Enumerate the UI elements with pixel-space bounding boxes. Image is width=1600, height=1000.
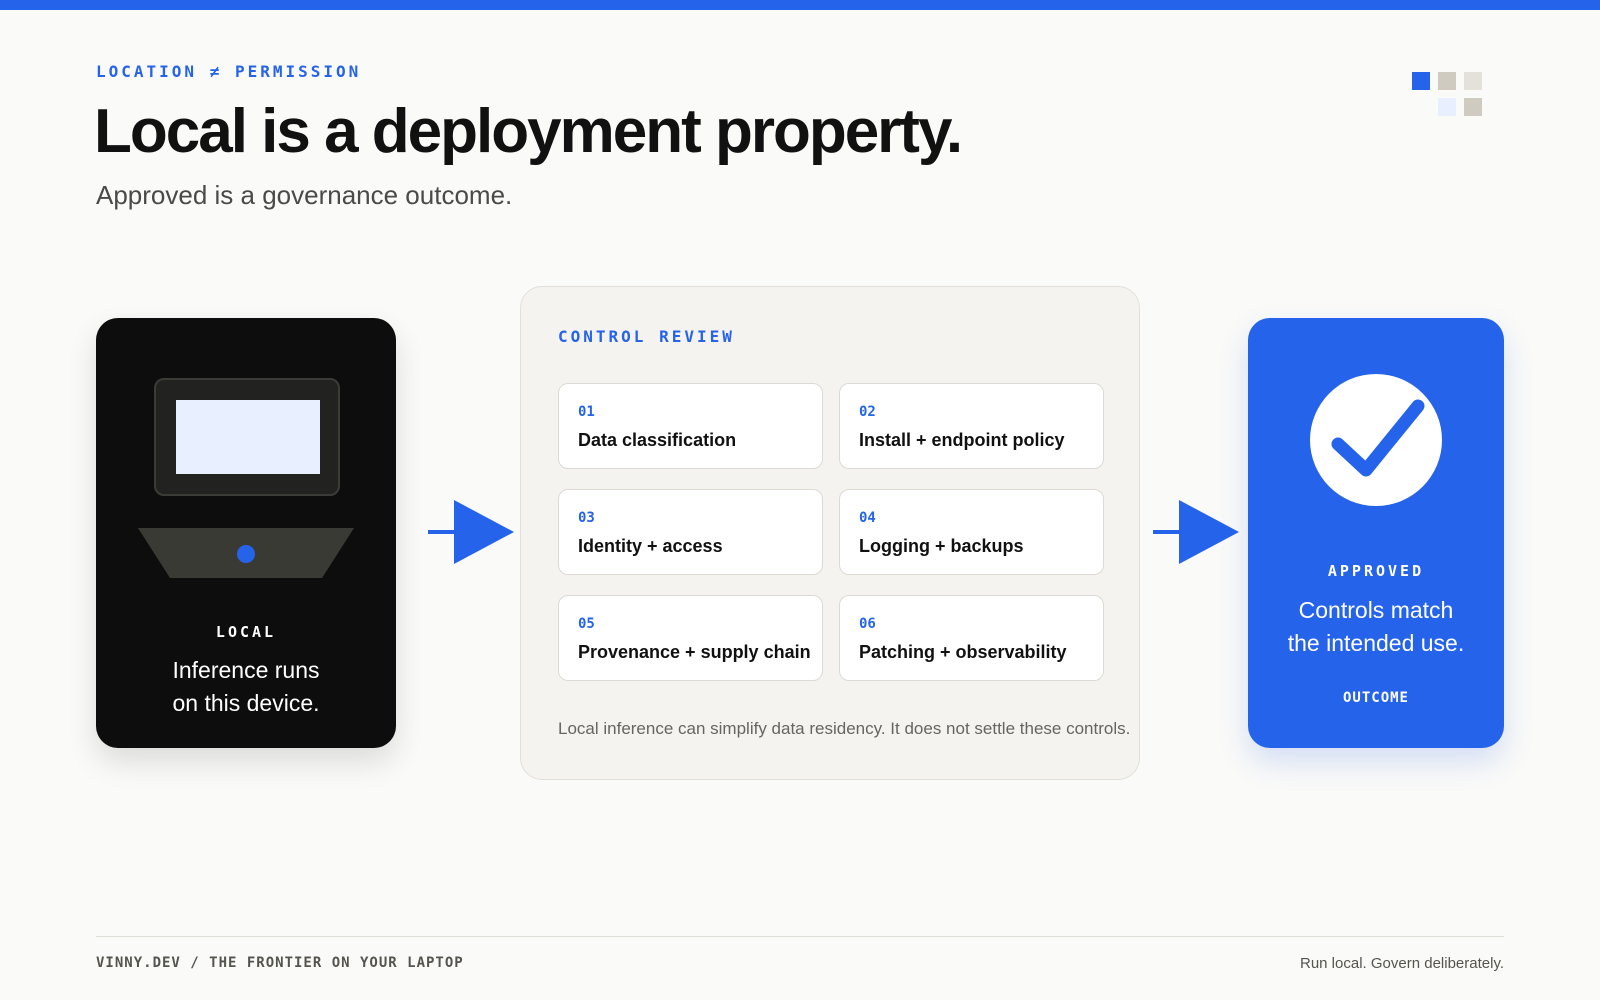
arrow-right-icon: [1153, 500, 1239, 564]
approved-label: APPROVED: [1327, 562, 1425, 580]
footer-divider: [96, 936, 1504, 937]
control-number: 01: [578, 404, 595, 420]
control-number: 05: [578, 616, 595, 632]
decorative-square: [1464, 72, 1482, 90]
control-item: 02 Install + endpoint policy: [839, 383, 1104, 469]
footer-tagline: Run local. Govern deliberately.: [1300, 955, 1504, 972]
local-label: LOCAL: [215, 623, 277, 641]
control-review-title: CONTROL REVIEW: [558, 327, 735, 346]
control-number: 04: [859, 510, 876, 526]
laptop-base-icon: [138, 528, 354, 578]
approved-card: APPROVED Controls match the intended use…: [1248, 318, 1504, 748]
control-number: 02: [859, 404, 876, 420]
control-item: 06 Patching + observability: [839, 595, 1104, 681]
local-description-line: Inference runs: [172, 657, 320, 683]
decorative-square: [1412, 72, 1430, 90]
decorative-square: [1464, 98, 1482, 116]
local-description-line: on this device.: [172, 690, 320, 716]
control-label: Install + endpoint policy: [859, 430, 1065, 450]
outcome-tag: OUTCOME: [1342, 690, 1409, 706]
decorative-square: [1438, 72, 1456, 90]
control-number: 06: [859, 616, 876, 632]
control-label: Provenance + supply chain: [578, 642, 811, 662]
control-label: Identity + access: [578, 536, 723, 556]
control-label: Data classification: [578, 430, 737, 450]
control-review-panel: CONTROL REVIEW 01 Data classification 02…: [520, 286, 1140, 780]
arrow-right-icon: [428, 500, 514, 564]
control-item: 04 Logging + backups: [839, 489, 1104, 575]
page-title: Local is a deployment property.: [94, 97, 963, 166]
control-number: 03: [578, 510, 595, 526]
control-item: 03 Identity + access: [558, 489, 823, 575]
laptop-icon: [154, 378, 340, 496]
decorative-squares: [1412, 72, 1482, 118]
page-subtitle: Approved is a governance outcome.: [96, 180, 513, 210]
approved-description-line: Controls match: [1298, 597, 1454, 623]
laptop-display: [176, 400, 320, 474]
control-item: 01 Data classification: [558, 383, 823, 469]
control-item: 05 Provenance + supply chain: [558, 595, 823, 681]
eyebrow-label: LOCATION ≠ PERMISSION: [96, 62, 362, 81]
checkmark-icon: [1310, 374, 1442, 506]
footer-credit: VINNY.DEV / THE FRONTIER ON YOUR LAPTOP: [96, 955, 464, 971]
local-description: Inference runs on this device.: [116, 654, 376, 720]
control-review-note: Local inference can simplify data reside…: [558, 719, 1131, 738]
approved-description: Controls match the intended use.: [1258, 594, 1494, 660]
decorative-square: [1438, 98, 1456, 116]
top-accent-bar: [0, 0, 1600, 10]
control-grid: 01 Data classification 02 Install + endp…: [558, 383, 1104, 683]
local-card: LOCAL Inference runs on this device.: [96, 318, 396, 748]
approved-description-line: the intended use.: [1287, 630, 1465, 656]
control-label: Logging + backups: [859, 536, 1024, 556]
control-label: Patching + observability: [859, 642, 1067, 662]
checkmark-glyph: [1331, 399, 1425, 477]
